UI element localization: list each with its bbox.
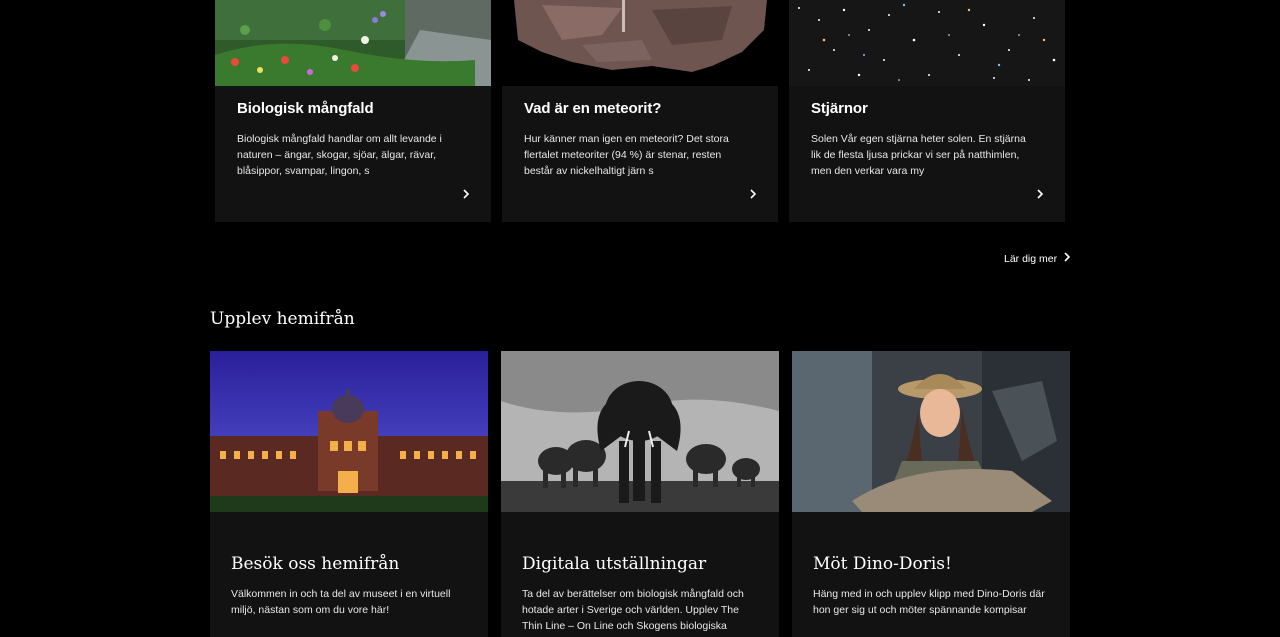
card-text: Biologisk mångfald handlar om allt levan…	[237, 133, 442, 178]
garden-image	[215, 0, 491, 86]
learn-card-meteorite[interactable]: Vad är en meteorit? Hur känner man igen …	[502, 0, 778, 222]
starfield-image	[789, 0, 1065, 86]
card-text: Välkommen in och ta del av museet i en v…	[231, 588, 451, 617]
card-text: Häng med in och upplev klipp med Dino-Do…	[813, 588, 1045, 617]
learn-card-stars[interactable]: Stjärnor Solen Vår egen stjärna heter so…	[789, 0, 1065, 222]
card-title: Vad är en meteorit?	[524, 100, 662, 117]
meteorite-image	[502, 0, 778, 86]
dino-doris-image	[792, 351, 1070, 512]
elephants-image	[501, 351, 779, 512]
chevron-right-icon[interactable]	[745, 186, 761, 202]
card-title: Stjärnor	[811, 100, 868, 117]
experience-card-exhibitions[interactable]: Digitala utställningar Ta del av berätte…	[501, 351, 779, 637]
card-text: Hur känner man igen en meteorit? Det sto…	[524, 133, 729, 178]
card-title: Digitala utställningar	[522, 554, 707, 574]
experience-card-dino-doris[interactable]: Möt Dino-Doris! Häng med in och upplev k…	[792, 351, 1070, 637]
learn-card-biodiversity[interactable]: Biologisk mångfald Biologisk mångfald ha…	[215, 0, 491, 222]
experience-card-visit[interactable]: Besök oss hemifrån Välkommen in och ta d…	[210, 351, 488, 637]
chevron-right-icon[interactable]	[1032, 186, 1048, 202]
card-title: Besök oss hemifrån	[231, 554, 400, 574]
card-title: Biologisk mångfald	[237, 100, 374, 117]
learn-more-link[interactable]: Lär dig mer	[1004, 252, 1071, 265]
card-text: Ta del av berättelser om biologisk mångf…	[522, 588, 744, 633]
card-title: Möt Dino-Doris!	[813, 554, 952, 574]
learn-more-label: Lär dig mer	[1004, 252, 1058, 265]
card-text: Solen Vår egen stjärna heter solen. En s…	[811, 133, 1026, 178]
museum-building-image	[210, 351, 488, 512]
page: Biologisk mångfald Biologisk mångfald ha…	[0, 0, 1280, 637]
chevron-right-icon	[1063, 252, 1071, 265]
chevron-right-icon[interactable]	[458, 186, 474, 202]
section-heading: Upplev hemifrån	[210, 309, 355, 329]
